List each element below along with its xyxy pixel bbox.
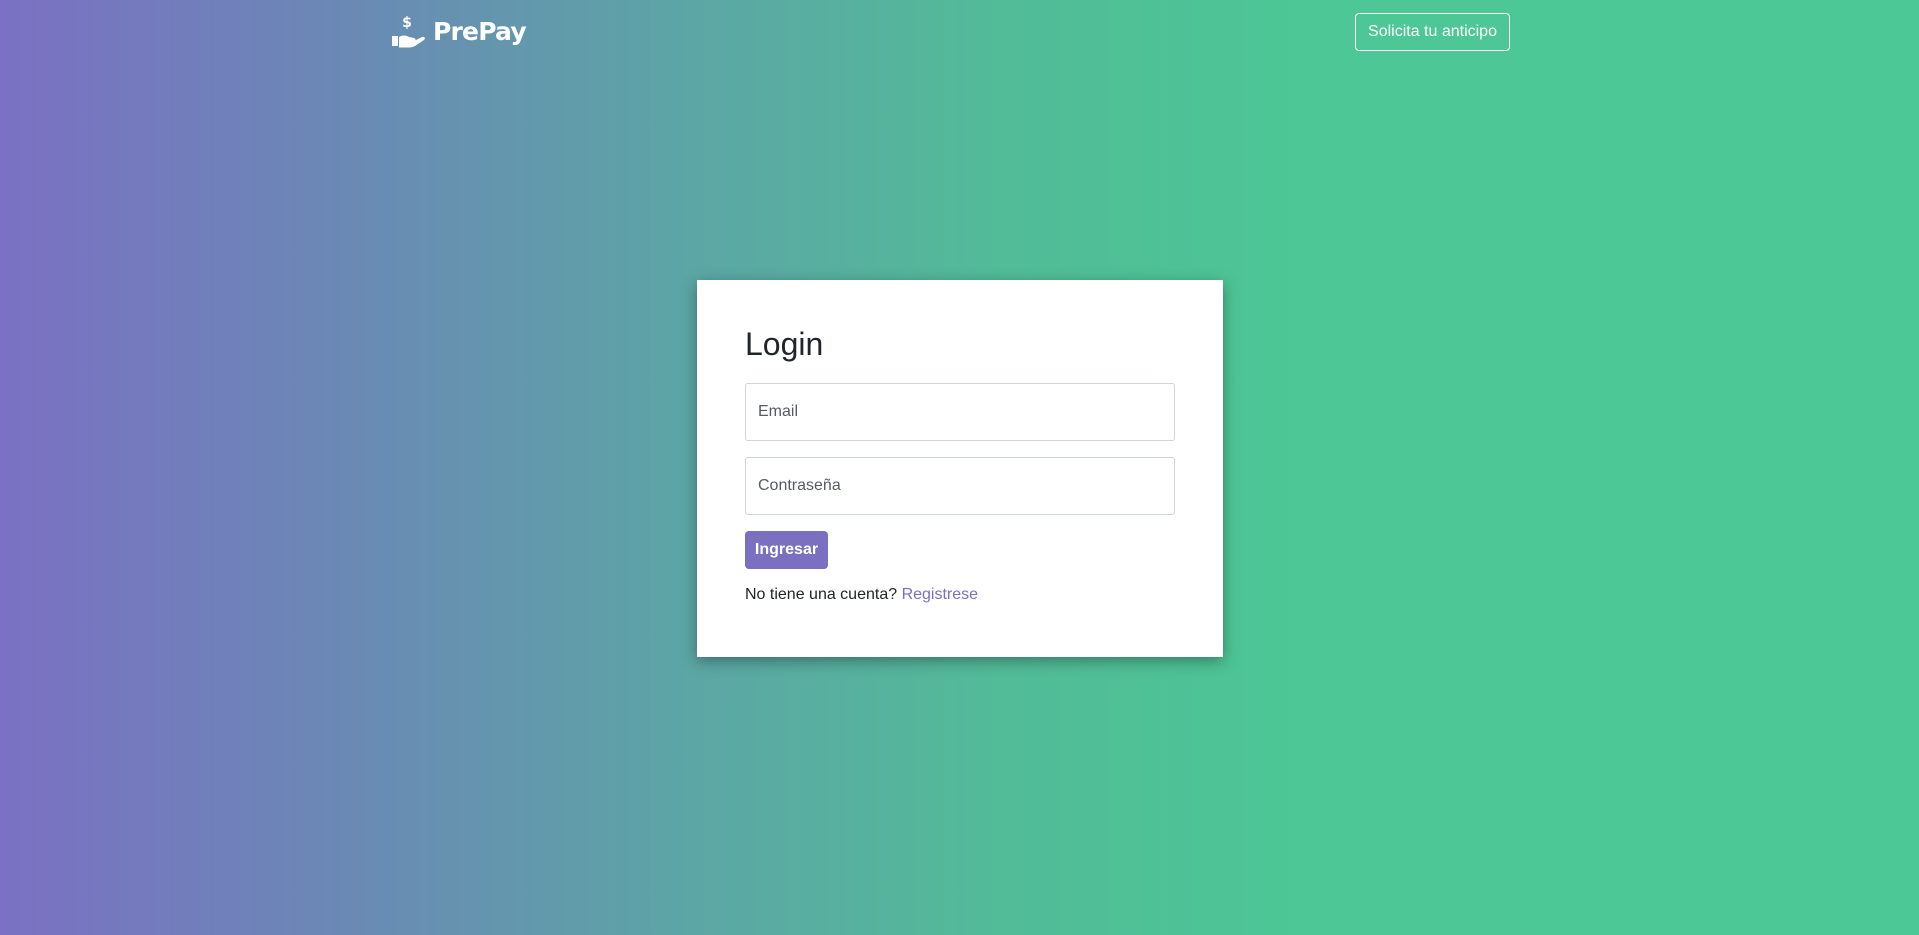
- hand-dollar-icon: $: [392, 15, 425, 48]
- password-field[interactable]: [745, 457, 1175, 515]
- login-title: Login: [745, 326, 824, 362]
- top-navbar: $ PrePay Solicita tu anticipo: [0, 0, 1919, 64]
- request-advance-button[interactable]: Solicita tu anticipo: [1355, 13, 1510, 51]
- login-submit-button[interactable]: Ingresar: [745, 531, 828, 569]
- signup-prompt: No tiene una cuenta? Registrese: [745, 586, 978, 604]
- register-link[interactable]: Registrese: [902, 586, 978, 603]
- signup-prompt-text: No tiene una cuenta?: [745, 586, 898, 603]
- login-card: Login Ingresar No tiene una cuenta? Regi…: [697, 280, 1223, 657]
- brand-logo[interactable]: $ PrePay: [391, 12, 527, 50]
- svg-text:$: $: [402, 15, 412, 31]
- email-field[interactable]: [745, 383, 1175, 441]
- brand-name: PrePay: [433, 16, 527, 46]
